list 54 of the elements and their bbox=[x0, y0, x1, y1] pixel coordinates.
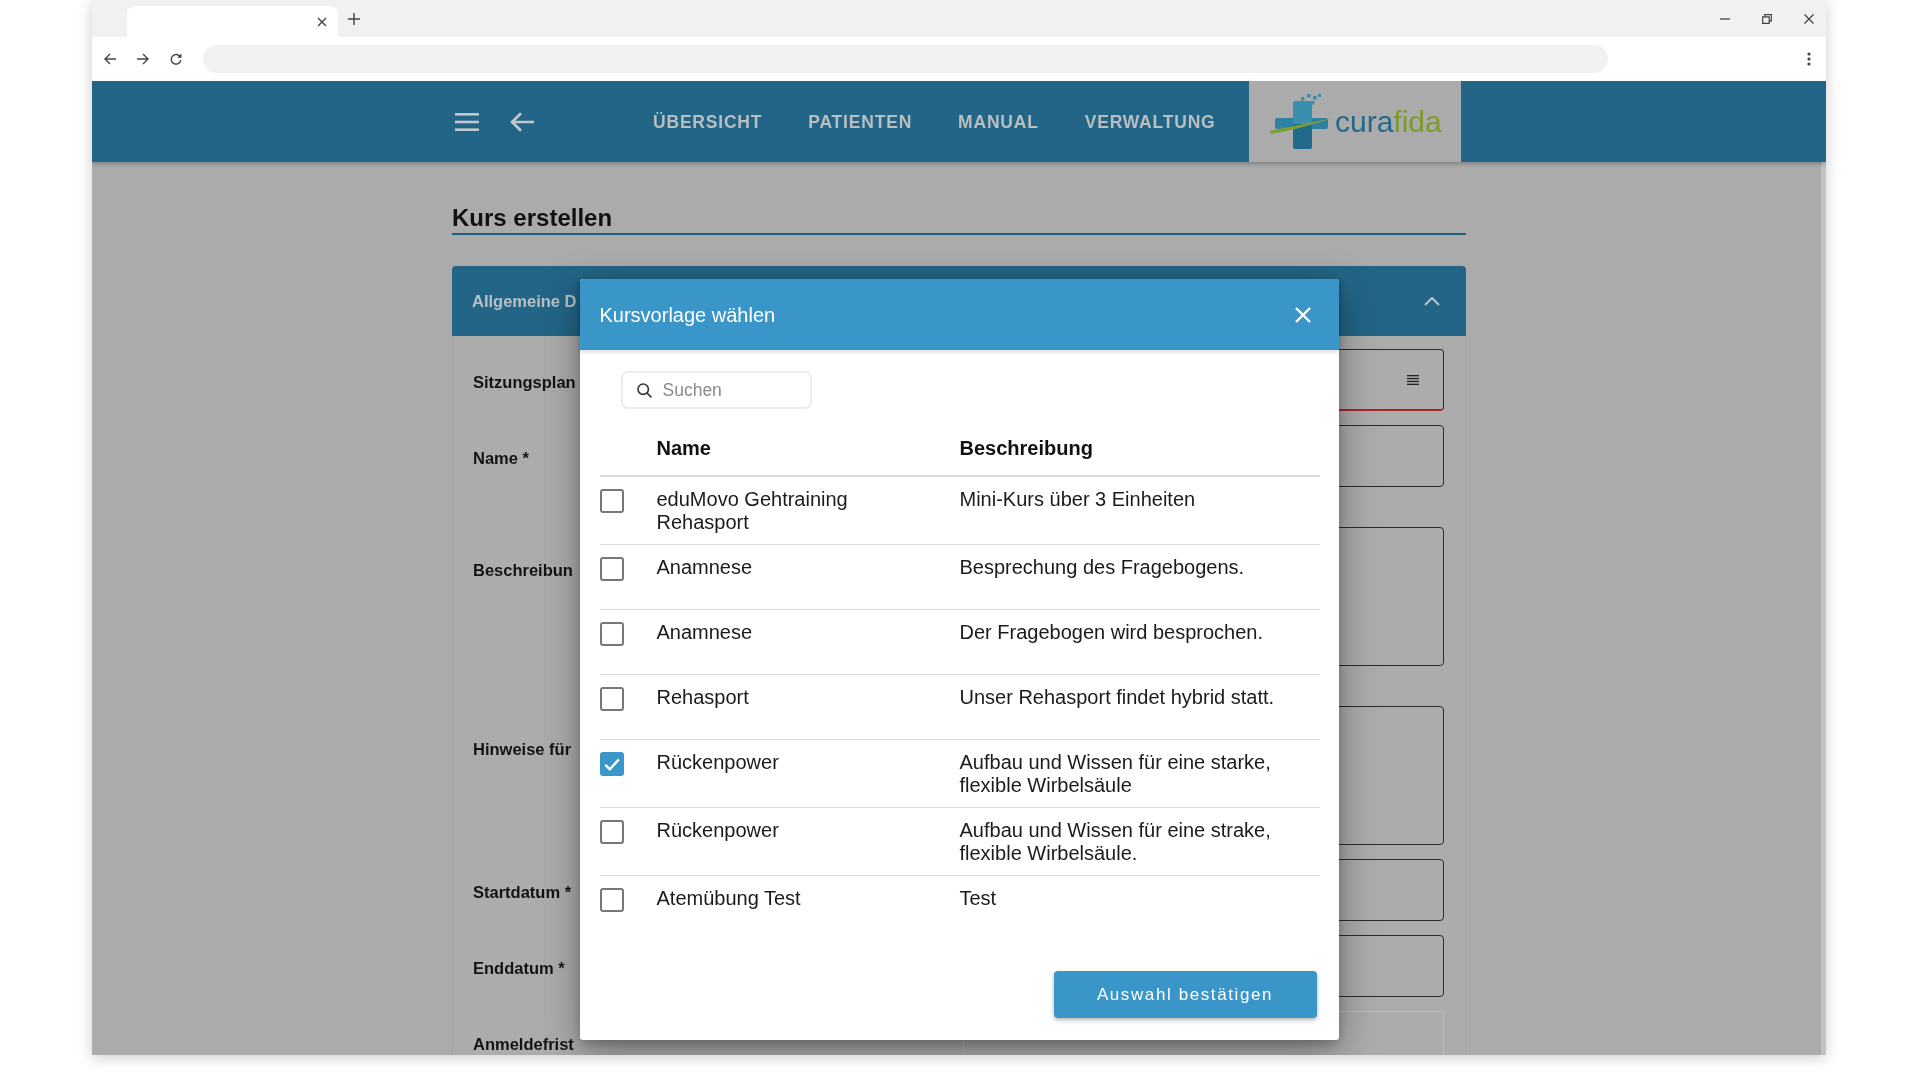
nav-link[interactable]: PATIENTEN bbox=[808, 110, 913, 133]
field-label: Sitzungsplan bbox=[473, 373, 576, 391]
course-name: Rückenpower bbox=[656, 819, 779, 841]
field-label: Beschreibun bbox=[473, 561, 573, 579]
scrollbar-track[interactable] bbox=[1821, 162, 1826, 1055]
minimize-icon[interactable] bbox=[1720, 17, 1730, 20]
course-name: Anamnese bbox=[656, 556, 753, 578]
forward-icon[interactable] bbox=[137, 53, 149, 65]
field-label: Hinweise für bbox=[473, 740, 572, 758]
nav-link[interactable]: VERWALTUNG bbox=[1084, 110, 1216, 133]
checkbox[interactable] bbox=[599, 489, 624, 513]
confirm-button[interactable]: Auswahl bestätigen bbox=[1053, 971, 1317, 1018]
new-tab-icon[interactable] bbox=[348, 12, 360, 25]
search-field[interactable]: Suchen bbox=[620, 371, 812, 409]
menu-icon[interactable] bbox=[455, 112, 479, 131]
course-name: Rehasport bbox=[656, 686, 749, 708]
page-title: Kurs erstellen bbox=[452, 204, 613, 232]
checkbox[interactable] bbox=[599, 622, 624, 646]
logo-wordmark: curafida bbox=[1335, 104, 1442, 139]
reload-icon[interactable] bbox=[170, 53, 182, 65]
course-description: Der Fragebogen wird besprochen. bbox=[959, 621, 1263, 643]
close-icon[interactable] bbox=[1804, 13, 1814, 24]
checkbox[interactable] bbox=[599, 820, 624, 844]
course-name: eduMovo Gehtraining Rehasport bbox=[656, 488, 848, 533]
restore-icon[interactable] bbox=[1762, 13, 1772, 24]
course-description: Mini-Kurs über 3 Einheiten bbox=[959, 488, 1196, 510]
nav-link[interactable]: MANUAL bbox=[958, 110, 1039, 133]
course-name: Anamnese bbox=[656, 621, 753, 643]
list-icon bbox=[1407, 374, 1419, 385]
field-label: Startdatum * bbox=[473, 883, 572, 901]
field-label: Anmeldefrist bbox=[473, 1035, 574, 1053]
course-description: Besprechung des Fragebogens. bbox=[959, 556, 1245, 578]
column-header: Beschreibung bbox=[959, 437, 1093, 460]
field-label: Name * bbox=[473, 449, 529, 467]
dialog-title: Kursvorlage wählen bbox=[599, 302, 776, 327]
more-menu-icon[interactable] bbox=[1807, 52, 1811, 66]
back-arrow-icon[interactable] bbox=[510, 111, 534, 132]
checkbox[interactable] bbox=[599, 557, 624, 581]
course-name: Atemübung Test bbox=[656, 887, 801, 909]
nav-link[interactable]: ÜBERSICHT bbox=[653, 110, 763, 133]
course-description: Aufbau und Wissen für eine starke, flexible Wirbelsäule bbox=[959, 751, 1271, 796]
checkbox[interactable] bbox=[599, 687, 624, 711]
back-icon[interactable] bbox=[104, 53, 116, 65]
course-description: Unser Rehasport findet hybrid statt. bbox=[959, 686, 1275, 708]
course-description: Test bbox=[959, 887, 997, 909]
search-icon bbox=[636, 383, 652, 398]
field-label: Enddatum * bbox=[473, 959, 565, 977]
course-name: Rückenpower bbox=[656, 751, 779, 773]
checkbox[interactable] bbox=[599, 752, 624, 776]
checkmark-icon bbox=[603, 757, 620, 771]
column-header: Name bbox=[656, 437, 711, 460]
course-description: Aufbau und Wissen für eine strake, flexible Wirbelsäule. bbox=[959, 819, 1271, 864]
close-tab-icon[interactable] bbox=[317, 16, 327, 27]
checkbox[interactable] bbox=[599, 888, 624, 912]
